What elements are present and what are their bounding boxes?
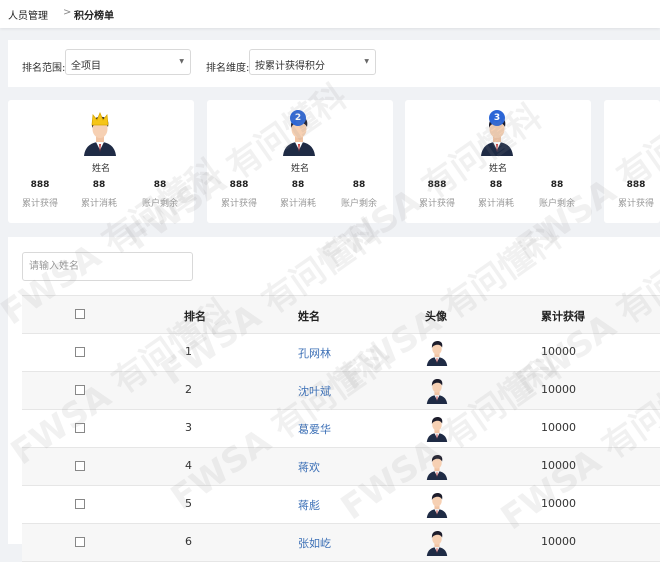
row-name[interactable]: 葛爱华 — [298, 421, 331, 437]
row-rank: 5 — [185, 497, 192, 510]
avatar — [424, 376, 450, 404]
scope-select-value: 全项目 — [71, 61, 101, 72]
row-earned: 10000 — [541, 345, 576, 358]
table-row: 4 蒋欢 10000 — [22, 448, 660, 486]
chevron-down-icon: ▼ — [179, 58, 184, 65]
avatar — [424, 414, 450, 442]
row-earned: 10000 — [541, 383, 576, 396]
chevron-down-icon: ▼ — [364, 58, 369, 65]
avatar — [424, 338, 450, 366]
row-rank: 3 — [185, 421, 192, 434]
row-earned: 10000 — [541, 497, 576, 510]
row-rank: 4 — [185, 459, 192, 472]
top-card-name: 姓名 — [488, 164, 507, 174]
stat-earned: 888 累计获得 — [418, 180, 455, 209]
top-card-name: 姓名 — [290, 164, 309, 174]
breadcrumb-separator: > — [63, 7, 72, 18]
row-name[interactable]: 孔网林 — [298, 345, 331, 361]
table-row: 3 葛爱华 10000 — [22, 410, 660, 448]
breadcrumb-current: 积分榜单 — [74, 11, 114, 22]
header-avatar: 头像 — [425, 310, 447, 323]
select-all-checkbox[interactable] — [75, 309, 85, 319]
row-checkbox[interactable] — [75, 499, 85, 509]
row-checkbox[interactable] — [75, 537, 85, 547]
row-rank: 6 — [185, 535, 192, 548]
top-card-name: 姓名 — [91, 164, 110, 174]
header-name: 姓名 — [298, 310, 320, 323]
scope-select[interactable]: 全项目 ▼ — [65, 49, 191, 75]
search-input[interactable] — [22, 252, 193, 281]
row-earned: 10000 — [541, 421, 576, 434]
row-earned: 10000 — [541, 535, 576, 548]
row-checkbox[interactable] — [75, 423, 85, 433]
stat-earned: 888 累计获得 — [21, 180, 58, 209]
ranking-table: 排名 姓名 头像 累计获得 1 孔网林 10000 2 沈叶斌 10000 3 … — [22, 295, 660, 562]
ranking-panel: 排名 姓名 头像 累计获得 1 孔网林 10000 2 沈叶斌 10000 3 … — [8, 237, 660, 562]
stat-earned: 888 累计获得 — [617, 180, 654, 209]
breadcrumb-parent[interactable]: 人员管理 — [8, 7, 48, 22]
top-card-2: 2 姓名 888 累计获得 88 累计消耗 88 账户剩余 — [207, 100, 393, 223]
rank-badge: 2 — [290, 110, 306, 126]
row-checkbox[interactable] — [75, 461, 85, 471]
row-name[interactable]: 沈叶斌 — [298, 383, 331, 399]
stat-balance: 88 账户剩余 — [538, 180, 575, 209]
scope-label: 排名范围: — [22, 63, 66, 74]
top-card-1: 姓名 888 累计获得 88 累计消耗 88 账户剩余 — [8, 100, 194, 223]
rank-badge: 3 — [489, 110, 505, 126]
top-card-4: 888 累计获得 — [604, 100, 660, 223]
filter-bar: 排名范围: 全项目 ▼ 排名维度: 按累计获得积分 ▼ — [8, 40, 660, 87]
crown-icon — [91, 112, 109, 126]
dimension-select-value: 按累计获得积分 — [255, 61, 325, 72]
header-rank: 排名 — [184, 310, 206, 323]
avatar — [424, 528, 450, 556]
row-name[interactable]: 蒋彪 — [298, 497, 320, 513]
stat-consumed: 88 累计消耗 — [477, 180, 514, 209]
row-checkbox[interactable] — [75, 347, 85, 357]
dimension-label: 排名维度: — [206, 63, 250, 74]
stat-consumed: 88 累计消耗 — [279, 180, 316, 209]
dimension-select[interactable]: 按累计获得积分 ▼ — [249, 49, 376, 75]
stat-consumed: 88 累计消耗 — [80, 180, 117, 209]
row-earned: 10000 — [541, 459, 576, 472]
avatar — [424, 490, 450, 518]
header-earned: 累计获得 — [541, 310, 585, 323]
stat-balance: 88 账户剩余 — [340, 180, 377, 209]
stat-balance: 88 账户剩余 — [141, 180, 178, 209]
row-name[interactable]: 蒋欢 — [298, 459, 320, 475]
row-rank: 2 — [185, 383, 192, 396]
table-row: 2 沈叶斌 10000 — [22, 372, 660, 410]
table-row: 6 张如屹 10000 — [22, 524, 660, 562]
table-row: 5 蒋彪 10000 — [22, 486, 660, 524]
table-row: 1 孔网林 10000 — [22, 334, 660, 372]
row-name[interactable]: 张如屹 — [298, 535, 331, 551]
table-header: 排名 姓名 头像 累计获得 — [22, 295, 660, 334]
row-checkbox[interactable] — [75, 385, 85, 395]
breadcrumb: 人员管理 > 积分榜单 — [0, 0, 660, 28]
top-card-3: 3 姓名 888 累计获得 88 累计消耗 88 账户剩余 — [405, 100, 591, 223]
stat-earned: 888 累计获得 — [220, 180, 257, 209]
avatar — [424, 452, 450, 480]
row-rank: 1 — [185, 345, 192, 358]
